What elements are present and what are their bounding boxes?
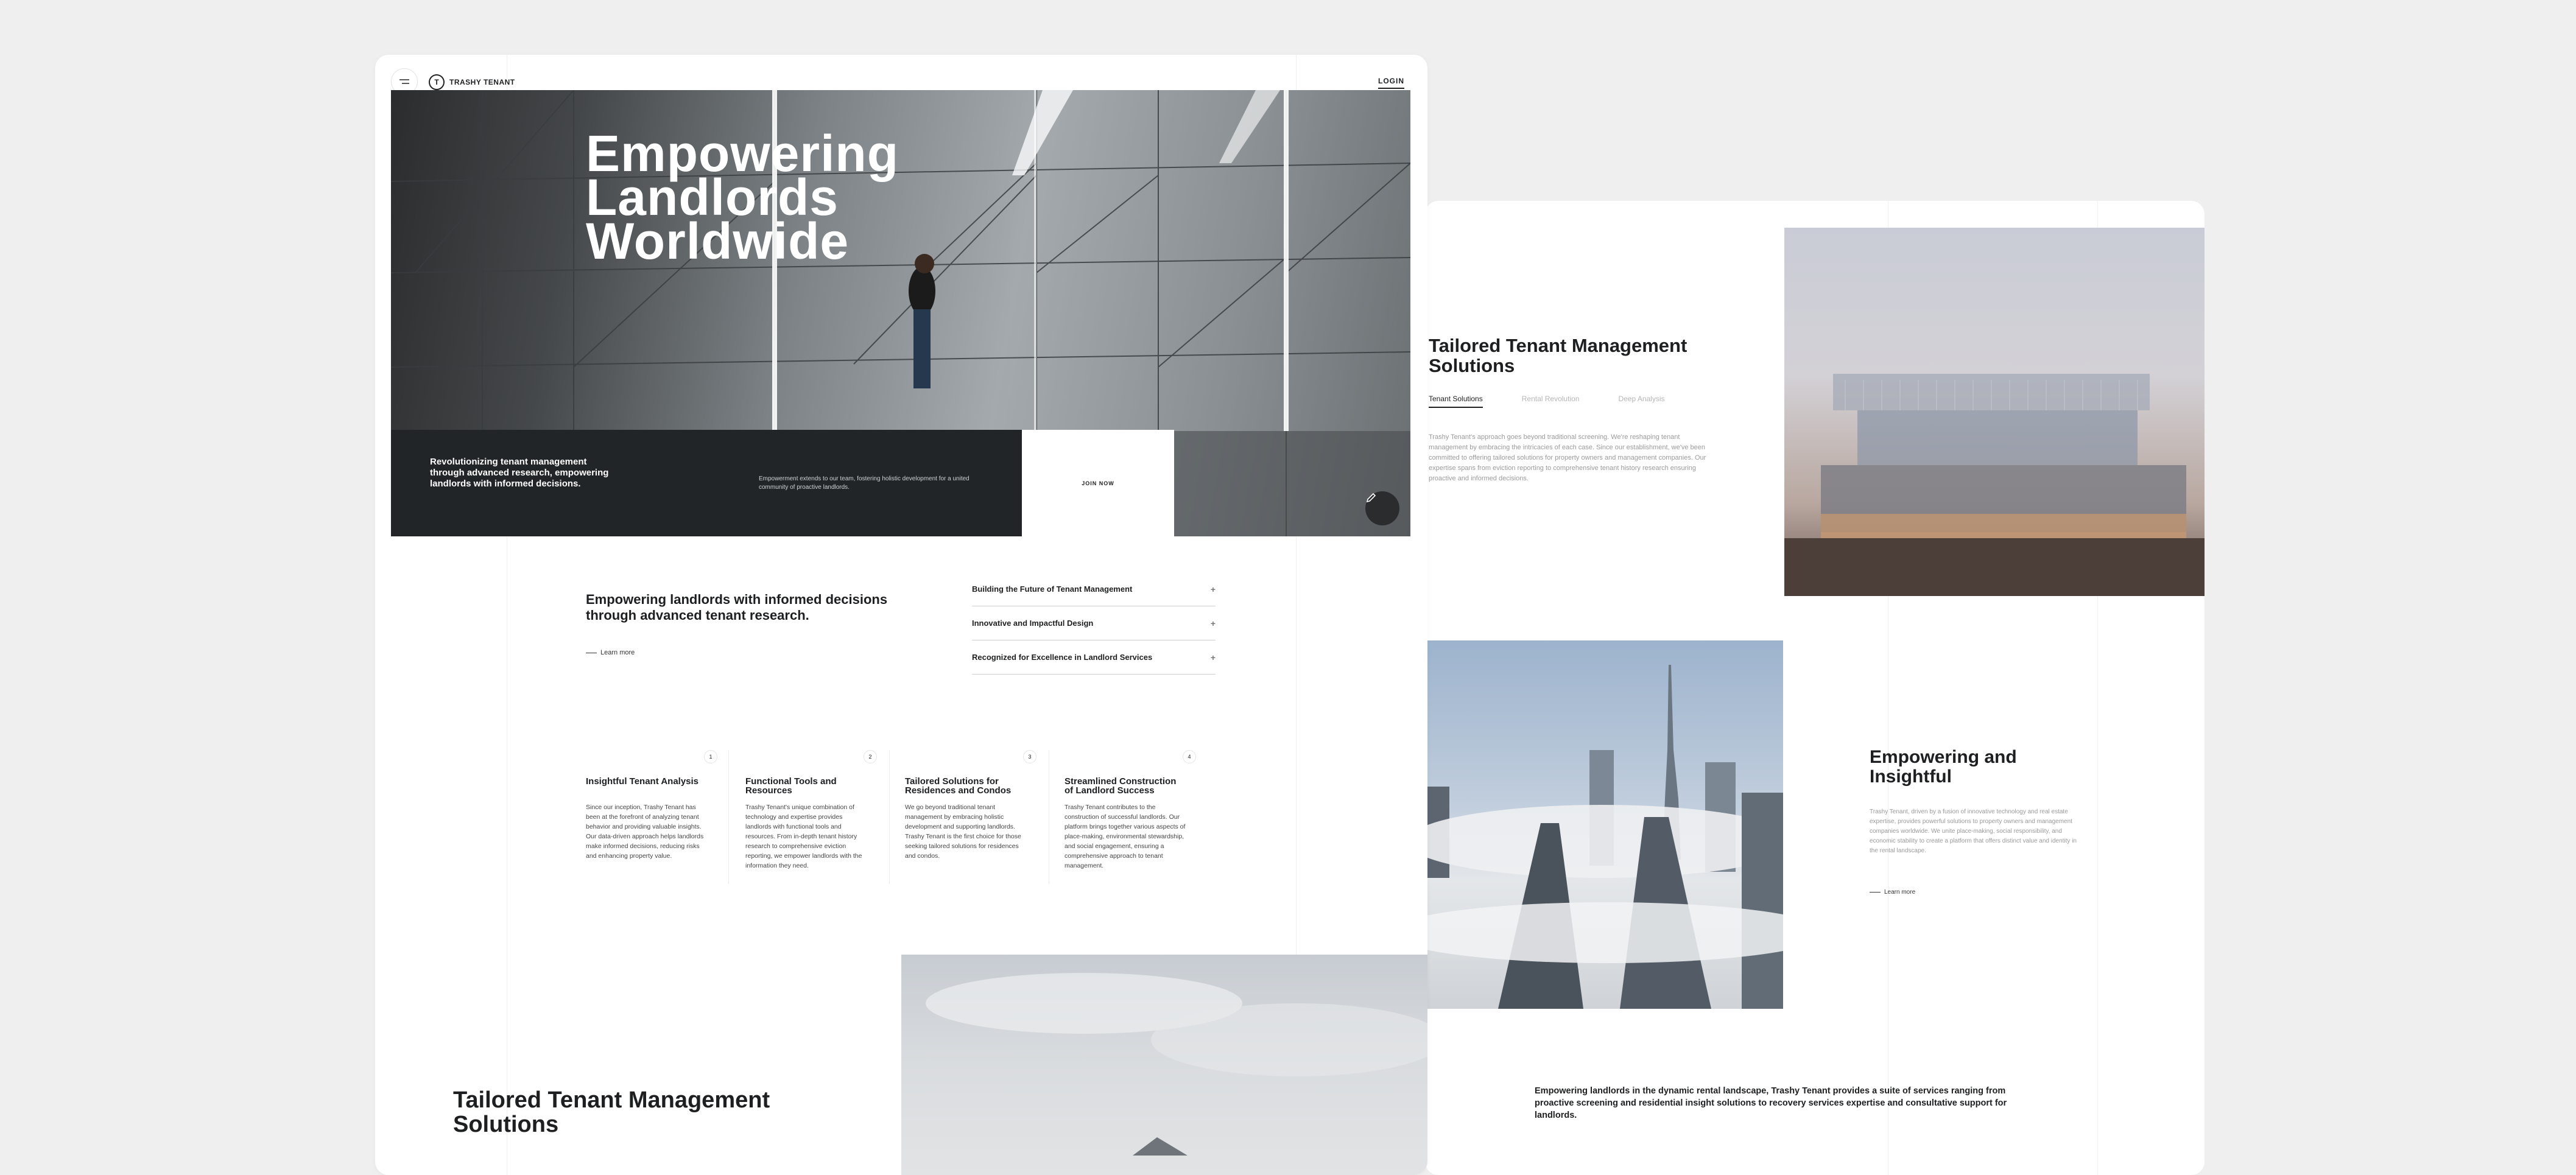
pencil-icon[interactable] (1365, 491, 1399, 525)
logo-mark-icon: T (429, 74, 445, 90)
insightful-heading: Empowering and Insightful (1870, 747, 2017, 787)
divider (889, 750, 890, 884)
insightful-description: Trashy Tenant, driven by a fusion of inn… (1870, 808, 2077, 854)
feature-title: Insightful Tenant Analysis (586, 776, 699, 787)
secondary-page-preview: Tailored Tenant Management Solutions Ten… (1425, 201, 2205, 1175)
learn-more-link-2[interactable]: Learn more (1870, 889, 1915, 896)
feature-number: 4 (1183, 750, 1196, 763)
brand-logo[interactable]: T TRASHY TENANT (429, 74, 515, 90)
hero-description: Empowerment extends to our team, fosteri… (759, 475, 970, 491)
feature-title: Functional Tools and Resources (745, 776, 837, 796)
feature-body: Trashy Tenant contributes to the constru… (1065, 804, 1186, 869)
feature-body: Trashy Tenant's unique combination of te… (745, 804, 862, 869)
feature-title: Streamlined Construction of Landlord Suc… (1065, 776, 1177, 796)
skyscrapers-above-clouds-image (1425, 640, 1783, 1009)
services-summary: Empowering landlords in the dynamic rent… (1535, 1086, 2007, 1120)
hero-tagline: Revolutionizing tenant management throug… (430, 457, 609, 489)
tab-rental-revolution[interactable]: Rental Revolution (1522, 395, 1580, 408)
hero-info-panel: Revolutionizing tenant management throug… (391, 430, 1022, 536)
tab-tenant-solutions[interactable]: Tenant Solutions (1429, 395, 1483, 408)
plus-icon: + (1210, 618, 1216, 628)
accordion-item[interactable]: Innovative and Impactful Design + (972, 606, 1216, 640)
hero-title: Empowering Landlords Worldwide (586, 125, 899, 270)
bottom-section-heading: Tailored Tenant Management Solutions (453, 1087, 770, 1137)
solutions-description: Trashy Tenant's approach goes beyond tra… (1429, 433, 1706, 482)
accordion: Building the Future of Tenant Management… (972, 572, 1216, 675)
learn-more-link[interactable]: Learn more (586, 649, 635, 656)
intro-heading: Empowering landlords with informed decis… (586, 592, 888, 623)
accordion-item[interactable]: Recognized for Excellence in Landlord Se… (972, 640, 1216, 675)
feature-body: We go beyond traditional tenant manageme… (905, 804, 1021, 860)
plus-icon: + (1210, 584, 1216, 594)
main-page-preview: T TRASHY TENANT LOGIN Empowering Landlor… (375, 55, 1427, 1175)
brand-name: TRASHY TENANT (449, 78, 515, 86)
hero-banner: Empowering Landlords Worldwide Revolutio… (391, 90, 1410, 536)
cloudy-sky-building-image (901, 955, 1427, 1175)
feature-body: Since our inception, Trashy Tenant has b… (586, 804, 704, 860)
feature-number: 3 (1023, 750, 1036, 763)
join-now-button[interactable]: JOIN NOW (1022, 430, 1174, 536)
tab-deep-analysis[interactable]: Deep Analysis (1618, 395, 1664, 408)
solutions-tabs: Tenant Solutions Rental Revolution Deep … (1429, 395, 1665, 408)
accordion-item[interactable]: Building the Future of Tenant Management… (972, 572, 1216, 606)
modern-glass-building-image (1784, 228, 2205, 596)
feature-title: Tailored Solutions for Residences and Co… (905, 776, 1012, 796)
login-link[interactable]: LOGIN (1378, 77, 1404, 89)
solutions-heading: Tailored Tenant Management Solutions (1429, 335, 1687, 376)
divider (728, 750, 729, 884)
feature-number: 1 (704, 750, 717, 763)
plus-icon: + (1210, 652, 1216, 662)
feature-number: 2 (864, 750, 877, 763)
